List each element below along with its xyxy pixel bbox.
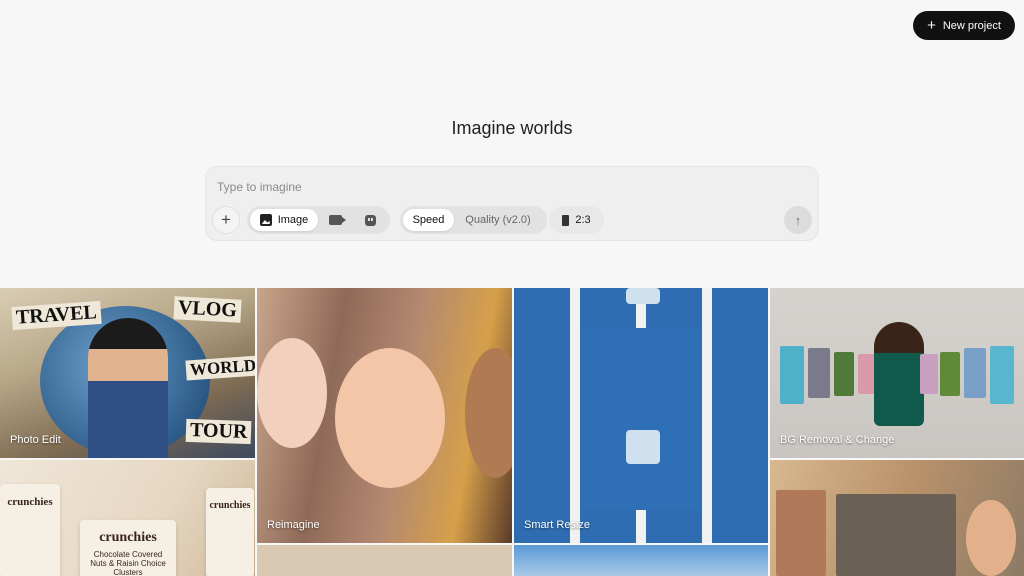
collage-face [966,500,1016,576]
video-icon [329,215,347,225]
bg-card [834,352,854,396]
mode-option-quality[interactable]: Quality (v2.0) [454,209,542,231]
prompt-toolbar: + Image Speed Quality (v2.0) 2:3 ↑ [212,205,814,235]
jar [626,430,660,464]
bg-card [808,348,830,398]
person-illustration [88,318,168,458]
plus-icon: + [927,16,936,34]
gallery-tile-more[interactable] [514,545,768,576]
prompt-input[interactable] [217,177,807,197]
page-title: Imagine worlds [451,118,573,138]
product-pouch: crunchies Chocolate Covered Nuts & Raisi… [80,520,176,576]
pouch-brand: crunchies [7,496,53,508]
collage-word: TOUR [185,418,252,445]
gallery-tile-bg-removal[interactable]: BG Removal & Change [770,288,1024,458]
pouch-subtitle: Chocolate Covered Nuts & Raisin Choice C… [90,550,166,576]
gallery-tile-more[interactable] [257,545,512,576]
tile-label: BG Removal & Change [780,434,895,446]
collage-word: WORLD [185,355,255,381]
collage-word: VLOG [173,296,242,323]
product-pouch: crunchies [206,488,254,576]
media-option-image[interactable]: Image [250,209,318,231]
collage-photo [776,490,826,576]
tile-label: Photo Edit [10,434,61,446]
jar [626,288,660,304]
new-project-label: New project [942,19,1001,32]
plus-icon: + [221,210,231,229]
media-option-video[interactable] [318,209,353,231]
character-icon [364,214,376,226]
cartoon-face [335,348,445,488]
feature-gallery: TRAVEL VLOG WORLD TOUR Photo Edit crunch… [0,288,1024,576]
bg-card [780,346,804,404]
pouch-brand: crunchies [209,500,251,511]
bg-card [990,346,1014,404]
media-option-label: Image [277,214,309,226]
cartoon-face [257,338,327,448]
tile-label: Smart Resize [524,519,591,531]
media-option-character[interactable] [353,209,387,231]
prompt-composer: + Image Speed Quality (v2.0) 2:3 [205,166,819,241]
image-icon [259,214,272,226]
bg-card [920,354,938,394]
resize-panel [580,328,702,510]
tile-label: Reimagine [267,519,320,531]
mode-option-label: Speed [412,214,445,226]
mode-option-speed[interactable]: Speed [403,209,454,231]
mode-option-label: Quality (v2.0) [465,214,531,226]
new-project-button[interactable]: + New project [913,11,1015,40]
bg-card [964,348,986,398]
bg-card [940,352,960,396]
gallery-tile-product[interactable]: crunchies crunchies Chocolate Covered Nu… [0,460,255,576]
gallery-tile-reimagine[interactable]: Reimagine [257,288,512,543]
aspect-ratio-label: 2:3 [575,214,591,226]
arrow-up-icon: ↑ [794,212,802,228]
person-cutout [874,322,924,426]
gallery-tile-photo-edit[interactable]: TRAVEL VLOG WORLD TOUR Photo Edit [0,288,255,458]
pouch-brand: crunchies [99,530,157,545]
gallery-tile-smart-resize[interactable]: Smart Resize [514,288,768,543]
photo-face [465,348,512,478]
submit-button[interactable]: ↑ [784,206,812,234]
product-pouch: crunchies [0,484,60,576]
generation-mode-selector: Speed Quality (v2.0) [400,206,547,234]
add-attachment-button[interactable]: + [212,206,240,234]
gallery-tile-collage[interactable] [770,460,1024,576]
aspect-ratio-icon [562,214,570,226]
collage-photo [836,494,956,576]
media-type-selector: Image [247,206,390,234]
aspect-ratio-button[interactable]: 2:3 [549,206,604,234]
